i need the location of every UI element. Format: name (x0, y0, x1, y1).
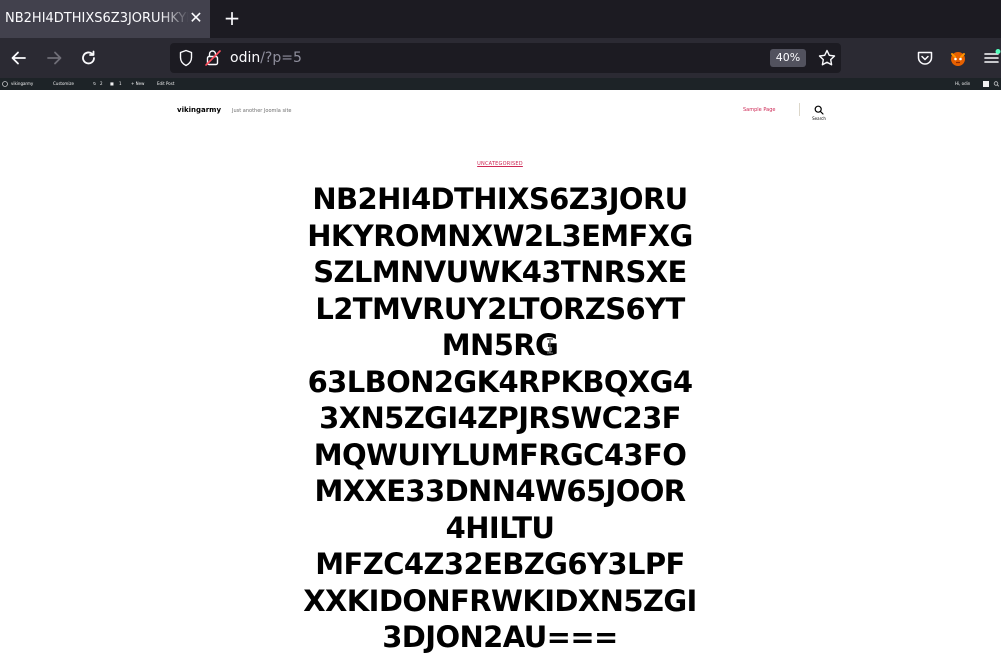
admin-bar-customize[interactable]: Customize (53, 78, 74, 90)
admin-bar-site-name[interactable]: vikingarmy (11, 78, 33, 90)
text-cursor-icon (545, 338, 555, 354)
lock-strike-icon[interactable] (204, 48, 222, 68)
arrow-right-icon[interactable] (43, 48, 65, 68)
menu-divider (799, 103, 800, 116)
post-title-line: HKYROMNXW2L3EMFXG (307, 218, 693, 253)
tab-strip: NB2HI4DTHIXS6Z3JORUHKYROMNXW2L3EMFXG ✕ + (0, 0, 1001, 38)
url-bar[interactable]: odin/?p=5 40% (170, 43, 841, 73)
avatar[interactable] (983, 81, 989, 87)
post-title-line: L2TMVRUY2LTORZS6YT (315, 291, 685, 326)
post-title: NB2HI4DTHIXS6Z3JORU HKYROMNXW2L3EMFXG SZ… (290, 181, 710, 656)
new-tab-button[interactable]: + (222, 8, 242, 28)
fox-extension-icon[interactable] (948, 48, 968, 68)
post-title-line: MFZC4Z32EBZG6Y3LPF (315, 547, 685, 581)
search-label: Search (812, 116, 826, 121)
post-title-line: 3XN5ZGI4ZPJRSWC23F (319, 401, 681, 435)
admin-bar-new[interactable]: + New (131, 78, 144, 90)
post-category-link[interactable]: UNCATEGORISED (450, 160, 550, 168)
comments-icon[interactable]: ■ (110, 78, 114, 90)
post-title-line: 3DJON2AU=== (382, 620, 618, 654)
post-title-line: MXXE33DNN4W65JOOR (314, 474, 686, 508)
search-icon (814, 105, 824, 115)
url-text[interactable]: odin/?p=5 (230, 50, 302, 66)
arrow-left-icon[interactable] (8, 48, 30, 68)
star-icon[interactable] (817, 48, 837, 68)
post-title-line: XXKIDONFRWKIDXN5ZGI (303, 583, 697, 618)
admin-bar-updates-count[interactable]: 2 (100, 78, 103, 90)
nav-toolbar: odin/?p=5 40% (0, 38, 1001, 78)
shield-icon[interactable] (178, 49, 194, 67)
admin-bar-search-icon[interactable] (993, 78, 1000, 90)
url-path: /?p=5 (260, 50, 302, 66)
wp-admin-bar: vikingarmy Customize ↻ 2 ■ 1 + New Edit … (0, 78, 1001, 90)
menu-item-sample-page[interactable]: Sample Page (743, 106, 775, 114)
admin-bar-comments-count[interactable]: 1 (119, 78, 122, 90)
tab-active[interactable]: NB2HI4DTHIXS6Z3JORUHKYROMNXW2L3EMFXG ✕ (0, 0, 210, 38)
post-title-line: 4HILTU (445, 510, 555, 545)
hamburger-menu-icon[interactable] (982, 48, 1001, 68)
wp-logo-icon[interactable] (2, 78, 8, 90)
site-title[interactable]: vikingarmy (177, 106, 221, 115)
admin-bar-howdy[interactable]: Hi, odin (955, 78, 970, 90)
reload-icon[interactable] (78, 48, 100, 68)
site-description: Just another Joomla site (232, 108, 292, 114)
post-title-line: 63LBON2GK4RPKBQXG4 (307, 364, 693, 399)
tab-title-fade (160, 6, 190, 32)
admin-bar-edit-post[interactable]: Edit Post (157, 78, 174, 90)
post-title-line: MQWUIYLUMFRGC43FO (313, 437, 687, 472)
updates-icon[interactable]: ↻ (93, 78, 96, 90)
url-host: odin (230, 50, 261, 66)
post-title-line: MN5RG (441, 328, 559, 362)
zoom-level-button[interactable]: 40% (770, 49, 806, 67)
post-title-line: NB2HI4DTHIXS6Z3JORU (312, 182, 688, 216)
search-toggle-button[interactable]: Search (809, 104, 829, 124)
tab-close-icon[interactable]: ✕ (187, 9, 205, 27)
pocket-icon[interactable] (915, 48, 935, 68)
post-title-line: SZLMNVUWK43TNRSXE (313, 255, 687, 289)
